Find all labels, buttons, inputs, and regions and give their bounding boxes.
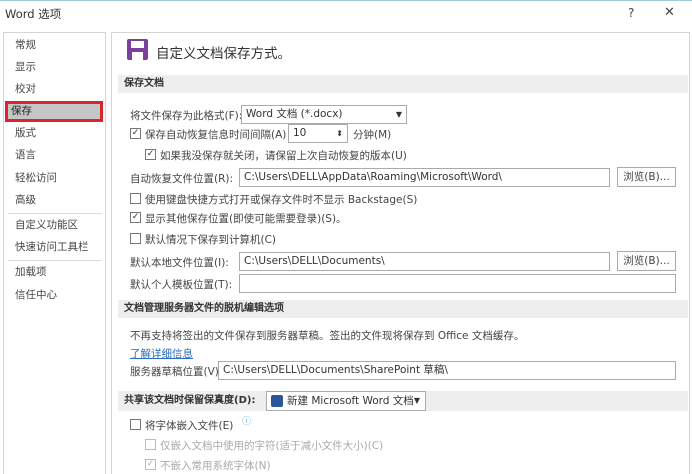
template-location-input[interactable] bbox=[239, 274, 676, 293]
server-draft-label: 服务器草稿位置(V): bbox=[130, 366, 223, 378]
spinner-icon[interactable]: ⬍ bbox=[336, 125, 343, 142]
embed-fonts-checkbox[interactable] bbox=[130, 419, 141, 430]
backstage-label: 使用键盘快捷方式打开或保存文件时不显示 Backstage(S) bbox=[145, 194, 418, 206]
autorecover-input[interactable]: C:\Users\DELL\AppData\Roaming\Microsoft\… bbox=[239, 168, 610, 187]
format-label: 将文件保存为此格式(F): bbox=[130, 110, 243, 122]
embed-fonts-label: 将字体嵌入文件(E) bbox=[145, 420, 234, 432]
local-location-label: 默认本地文件位置(I): bbox=[130, 257, 229, 269]
fidelity-document-select[interactable]: 新建 Microsoft Word 文档 ▼ bbox=[266, 391, 426, 411]
other-locations-checkbox[interactable]: ✓ bbox=[130, 212, 141, 223]
save-to-computer-label: 默认情况下保存到计算机(C) bbox=[145, 234, 277, 246]
sidebar-item-quick-access[interactable]: 快速访问工具栏 bbox=[9, 237, 105, 258]
chevron-down-icon: ▼ bbox=[395, 110, 402, 119]
chevron-down-icon: ▼ bbox=[413, 396, 420, 405]
only-used-chars-checkbox[interactable] bbox=[145, 439, 156, 450]
page-header: 自定义文档保存方式。 bbox=[156, 46, 291, 62]
info-icon[interactable]: ⓘ bbox=[242, 414, 251, 427]
sidebar-item-proofing[interactable]: 校对 bbox=[9, 79, 105, 100]
offline-note: 不再支持将签出的文件保存到服务器草稿。签出的文件现将保存到 Office 文档缓… bbox=[130, 330, 525, 342]
section-offline-editing: 文档管理服务器文件的脱机编辑选项 bbox=[118, 300, 688, 318]
autosave-interval-stepper[interactable]: 10 ⬍ bbox=[288, 124, 348, 143]
sidebar-item-addins[interactable]: 加载项 bbox=[9, 262, 105, 283]
divider bbox=[8, 260, 102, 261]
window-title: Word 选项 bbox=[5, 7, 62, 21]
server-draft-input[interactable]: C:\Users\DELL\Documents\SharePoint 草稿\ bbox=[218, 361, 676, 380]
autosave-checkbox[interactable]: ✓ bbox=[130, 128, 141, 139]
backstage-checkbox[interactable] bbox=[130, 193, 141, 204]
local-location-input[interactable]: C:\Users\DELL\Documents\ bbox=[239, 252, 610, 271]
autosave-value: 10 bbox=[293, 127, 307, 139]
sidebar-item-save[interactable]: 保存 bbox=[5, 101, 103, 122]
sidebar-item-customize-ribbon[interactable]: 自定义功能区 bbox=[9, 215, 105, 236]
section-save-documents: 保存文档 bbox=[118, 75, 688, 93]
sidebar-item-display[interactable]: 显示 bbox=[9, 57, 105, 78]
help-button[interactable]: ? bbox=[628, 6, 634, 20]
keep-version-label: 如果我没保存就关闭，请保留上次自动恢复的版本(U) bbox=[160, 150, 407, 162]
close-button[interactable]: ✕ bbox=[664, 5, 675, 20]
save-disk-icon bbox=[127, 39, 148, 60]
learn-more-link[interactable]: 了解详细信息 bbox=[130, 346, 193, 361]
sidebar-item-language[interactable]: 语言 bbox=[9, 145, 105, 166]
browse-autorecover-button[interactable]: 浏览(B)... bbox=[617, 167, 676, 187]
only-used-chars-label: 仅嵌入文档中使用的字符(适于减小文件大小)(C) bbox=[160, 440, 384, 452]
word-document-icon bbox=[271, 395, 283, 407]
sidebar-item-general[interactable]: 常规 bbox=[9, 35, 105, 56]
divider bbox=[8, 213, 102, 214]
template-location-label: 默认个人模板位置(T): bbox=[130, 279, 233, 291]
autosave-label: 保存自动恢复信息时间间隔(A) bbox=[145, 129, 287, 141]
no-system-fonts-checkbox[interactable]: ✓ bbox=[145, 459, 156, 470]
minutes-label: 分钟(M) bbox=[353, 129, 392, 141]
no-system-fonts-label: 不嵌入常用系统字体(N) bbox=[160, 460, 271, 472]
other-locations-label: 显示其他保存位置(即使可能需要登录)(S)。 bbox=[145, 213, 347, 225]
sidebar-item-advanced[interactable]: 高级 bbox=[9, 190, 105, 211]
sidebar: 常规 显示 校对 保存 版式 语言 轻松访问 高级 自定义功能区 快速访问工具栏… bbox=[3, 32, 106, 474]
keep-version-checkbox[interactable]: ✓ bbox=[145, 149, 156, 160]
sidebar-item-trust-center[interactable]: 信任中心 bbox=[9, 285, 105, 306]
autorecover-label: 自动恢复文件位置(R): bbox=[130, 173, 234, 185]
sidebar-item-accessibility[interactable]: 轻松访问 bbox=[9, 168, 105, 189]
title-bar: Word 选项 ? ✕ bbox=[0, 0, 692, 30]
fidelity-document-value: 新建 Microsoft Word 文档 bbox=[287, 395, 414, 407]
save-to-computer-checkbox[interactable] bbox=[130, 233, 141, 244]
format-select[interactable]: Word 文档 (*.docx) ▼ bbox=[241, 105, 407, 124]
sidebar-item-layout[interactable]: 版式 bbox=[9, 123, 105, 144]
format-value: Word 文档 (*.docx) bbox=[246, 108, 343, 120]
browse-local-button[interactable]: 浏览(B)... bbox=[617, 251, 676, 271]
